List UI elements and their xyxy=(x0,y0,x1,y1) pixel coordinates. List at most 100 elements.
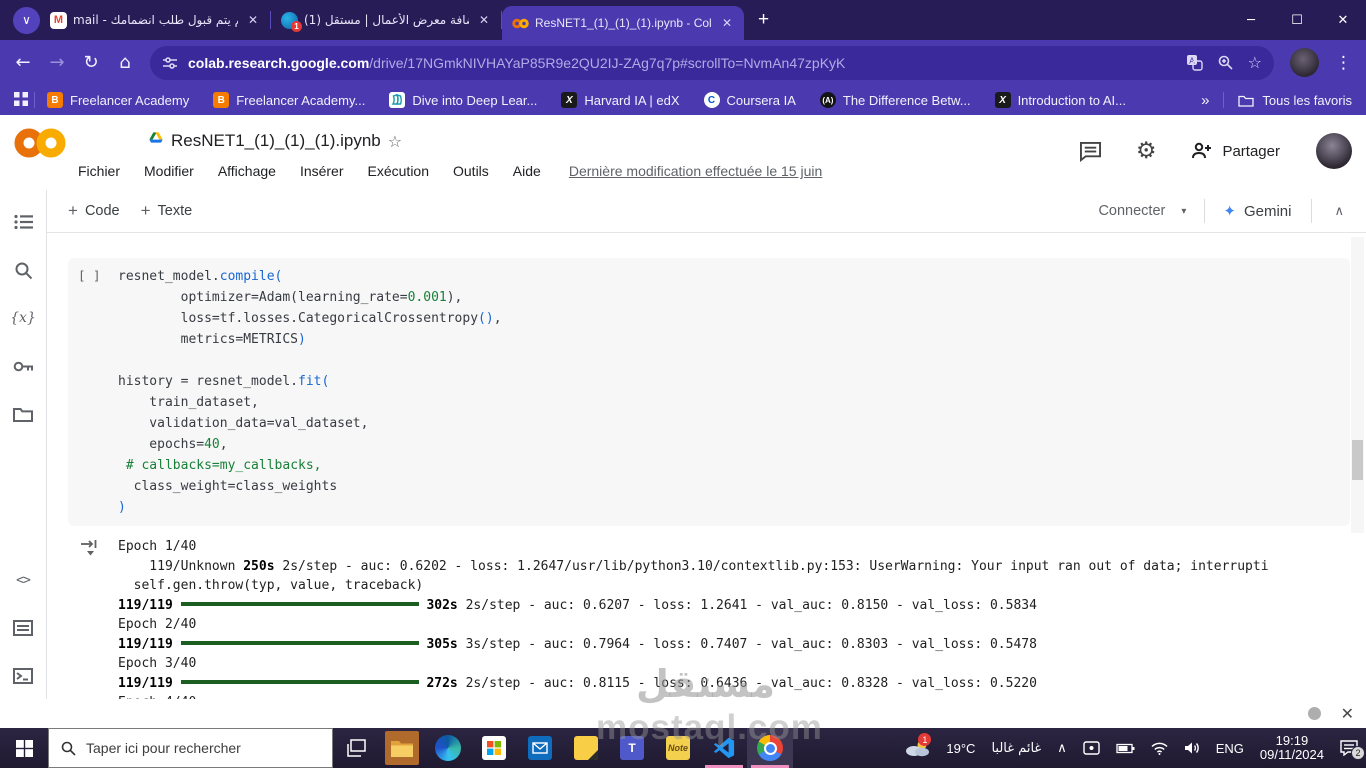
language-indicator[interactable]: ENG xyxy=(1216,741,1244,756)
tab-mostaql[interactable]: 1 (1) إضافة معرض الأعمال | مستقل ✕ xyxy=(271,0,501,40)
code-snippets-icon[interactable]: <> xyxy=(0,556,46,604)
bookmarks-bar: B Freelancer Academy B Freelancer Academ… xyxy=(0,85,1366,115)
bookmark-label: Dive into Deep Lear... xyxy=(412,92,538,108)
hidden-icons-chevron[interactable]: ∧ xyxy=(1057,741,1067,756)
cast-icon[interactable] xyxy=(1083,741,1100,755)
task-view-button[interactable] xyxy=(333,728,379,768)
colab-profile-avatar[interactable] xyxy=(1316,133,1352,169)
close-icon[interactable]: ✕ xyxy=(1341,704,1354,723)
plus-icon: + xyxy=(68,201,78,220)
maximize-button[interactable]: ☐ xyxy=(1274,0,1320,40)
menu-fichier[interactable]: Fichier xyxy=(78,163,120,179)
teams-button[interactable]: T xyxy=(609,728,655,768)
back-button[interactable]: ← xyxy=(6,46,40,80)
reload-button[interactable]: ↻ xyxy=(74,46,108,80)
gemini-button[interactable]: ✦ Gemini xyxy=(1223,202,1291,220)
site-settings-icon[interactable] xyxy=(162,55,178,71)
menu-affichage[interactable]: Affichage xyxy=(218,163,276,179)
search-icon[interactable] xyxy=(0,246,46,294)
forward-button[interactable]: → xyxy=(40,46,74,80)
terminal-icon[interactable] xyxy=(0,652,46,700)
bookmark-freelancer-academy[interactable]: B Freelancer Academy xyxy=(47,92,189,108)
add-code-button[interactable]: + Code xyxy=(68,201,120,221)
bookmark-introduction-ai[interactable]: X Introduction to AI... xyxy=(994,92,1126,108)
minimize-button[interactable]: ─ xyxy=(1228,0,1274,40)
file-explorer-active-bg xyxy=(385,731,419,765)
command-palette-icon[interactable] xyxy=(0,604,46,652)
share-button[interactable]: Partager xyxy=(1190,142,1280,160)
menu-execution[interactable]: Exécution xyxy=(368,163,429,179)
star-icon[interactable]: ☆ xyxy=(388,132,402,151)
menu-inserer[interactable]: Insérer xyxy=(300,163,344,179)
bookmark-freelancer-academy-2[interactable]: B Freelancer Academy... xyxy=(213,92,365,108)
apps-grid-icon[interactable] xyxy=(14,91,28,109)
tab-colab-active[interactable]: ResNET1_(1)_(1)_(1).ipynb - Cola ✕ xyxy=(502,6,744,40)
translate-icon[interactable]: A xyxy=(1186,54,1203,71)
clock[interactable]: 19:19 09/11/2024 xyxy=(1260,734,1324,762)
sticky-notes-button[interactable] xyxy=(563,728,609,768)
close-tab-icon[interactable]: ✕ xyxy=(718,14,736,32)
notebook-filename[interactable]: ResNET1_(1)_(1)_(1).ipynb xyxy=(171,131,381,151)
bookmarks-overflow-icon[interactable]: » xyxy=(1201,92,1209,109)
dot-icon[interactable] xyxy=(1307,707,1321,720)
secrets-key-icon[interactable] xyxy=(0,342,46,390)
address-bar[interactable]: colab.research.google.com /drive/17NGmkN… xyxy=(150,45,1274,80)
vscode-button[interactable] xyxy=(701,728,747,768)
browser-menu-icon[interactable]: ⋮ xyxy=(1327,53,1360,73)
bookmark-coursera[interactable]: C Coursera IA xyxy=(703,92,796,108)
add-text-button[interactable]: + Texte xyxy=(141,201,193,221)
bookmark-harvard-edx[interactable]: X Harvard IA | edX xyxy=(561,92,680,108)
notification-center-icon[interactable]: 2 xyxy=(1340,740,1365,760)
cell-run-gutter[interactable]: [ ] xyxy=(78,268,101,283)
file-explorer-button[interactable] xyxy=(379,728,425,768)
variables-icon[interactable]: {x} xyxy=(0,294,46,342)
drive-icon xyxy=(148,131,164,151)
close-tab-icon[interactable]: ✕ xyxy=(244,11,262,29)
tab-title: (1) إضافة معرض الأعمال | مستقل xyxy=(304,13,469,27)
comments-icon[interactable] xyxy=(1079,141,1102,162)
settings-gear-icon[interactable]: ⚙ xyxy=(1136,138,1157,164)
bookmark-dive-into-deep-learning[interactable]: Dive into Deep Lear... xyxy=(389,92,537,108)
chevron-down-icon[interactable]: ▾ xyxy=(1181,206,1186,217)
code-cell[interactable]: [ ] resnet_model.compile( optimizer=Adam… xyxy=(68,258,1350,526)
bookmark-star-icon[interactable]: ☆ xyxy=(1248,53,1262,72)
a-circle-icon: (A) xyxy=(819,92,836,108)
close-window-button[interactable]: ✕ xyxy=(1320,0,1366,40)
scrollbar-thumb[interactable] xyxy=(1352,440,1363,480)
close-tab-icon[interactable]: ✕ xyxy=(475,11,493,29)
d2l-book-icon xyxy=(389,92,406,108)
menu-modifier[interactable]: Modifier xyxy=(144,163,194,179)
collapse-toolbar-icon[interactable]: ∧ xyxy=(1334,204,1344,219)
taskbar-search-input[interactable]: Taper ici pour rechercher xyxy=(48,728,333,768)
connect-button[interactable]: Connecter xyxy=(1098,203,1165,219)
zoom-icon[interactable] xyxy=(1217,54,1234,71)
note-app-button[interactable]: Note xyxy=(655,728,701,768)
output-icon[interactable] xyxy=(80,538,100,563)
last-modified-link[interactable]: Dernière modification effectuée le 15 ju… xyxy=(569,163,822,179)
chrome-button[interactable] xyxy=(747,728,793,768)
battery-icon[interactable] xyxy=(1116,743,1135,754)
table-of-contents-icon[interactable] xyxy=(0,198,46,246)
notification-count-badge: 2 xyxy=(1351,746,1365,760)
all-favorites-label[interactable]: Tous les favoris xyxy=(1262,93,1352,108)
microsoft-store-button[interactable] xyxy=(471,728,517,768)
files-folder-icon[interactable] xyxy=(0,390,46,438)
new-tab-button[interactable]: + xyxy=(758,9,769,31)
code-lines[interactable]: resnet_model.compile( optimizer=Adam(lea… xyxy=(118,266,502,518)
scrollbar-track[interactable] xyxy=(1351,237,1364,533)
menu-outils[interactable]: Outils xyxy=(453,163,489,179)
browser-profile-avatar[interactable] xyxy=(1290,48,1319,77)
weather-widget[interactable]: 1 xyxy=(904,733,932,757)
url-path: /drive/17NGmkNIVHAYaP85R9e2QU2IJ-ZAg7q7p… xyxy=(369,54,846,71)
tab-search-button[interactable]: ∨ xyxy=(13,6,40,34)
bottom-strip: ✕ xyxy=(0,699,1366,728)
home-button[interactable]: ⌂ xyxy=(108,46,142,80)
tab-gmail[interactable]: M mail - لم يتم قبول طلب انضمامك ✕ xyxy=(40,0,270,40)
edge-button[interactable] xyxy=(425,728,471,768)
mail-button[interactable] xyxy=(517,728,563,768)
volume-icon[interactable] xyxy=(1184,741,1200,755)
bookmark-the-difference[interactable]: (A) The Difference Betw... xyxy=(819,92,971,108)
menu-aide[interactable]: Aide xyxy=(513,163,541,179)
start-button[interactable] xyxy=(0,728,48,768)
wifi-icon[interactable] xyxy=(1151,742,1168,755)
